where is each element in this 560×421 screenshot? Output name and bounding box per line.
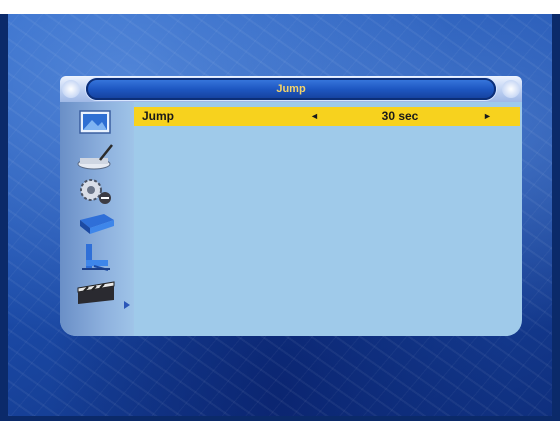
title-pill: Jump: [86, 78, 496, 100]
menu-body: Jump ◄ 30 sec ►: [60, 102, 522, 336]
title-right-cap: [502, 80, 520, 98]
top-border: [0, 0, 560, 14]
settings-gear-icon[interactable]: [74, 176, 118, 206]
title-left-cap: [62, 80, 80, 98]
jump-menu-window: Jump Jump ◄ 30 sec ►: [60, 76, 522, 336]
chair-icon[interactable]: [74, 242, 118, 272]
left-arrow-icon[interactable]: ◄: [310, 107, 319, 126]
menu-title: Jump: [276, 83, 306, 95]
selected-category-marker: [124, 301, 130, 309]
category-sidebar: [60, 102, 134, 336]
right-arrow-icon[interactable]: ►: [483, 107, 492, 126]
dish-antenna-icon[interactable]: [74, 142, 118, 172]
jump-setting-row[interactable]: Jump ◄ 30 sec ►: [134, 107, 520, 126]
jump-setting-label: Jump: [142, 109, 175, 123]
screen-picture-icon[interactable]: [74, 108, 118, 138]
tools-icon[interactable]: [74, 208, 118, 238]
settings-panel: Jump ◄ 30 sec ►: [134, 102, 522, 336]
jump-setting-value: 30 sec: [381, 109, 419, 123]
title-bar: Jump: [60, 76, 522, 102]
movie-clapper-icon[interactable]: [74, 276, 118, 306]
